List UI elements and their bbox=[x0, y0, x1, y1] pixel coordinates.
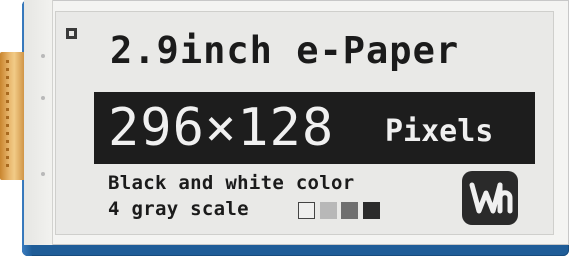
gray-swatch-dark bbox=[341, 202, 358, 219]
mounting-dot bbox=[41, 96, 45, 100]
color-description: Black and white color bbox=[108, 172, 355, 194]
display-title: 2.9inch e-Paper bbox=[110, 29, 460, 72]
gray-swatch-black bbox=[363, 202, 380, 219]
resolution-value: 296×128 bbox=[108, 98, 335, 158]
resolution-unit: Pixels bbox=[385, 114, 494, 149]
mounting-dot bbox=[41, 54, 45, 58]
mounting-dot bbox=[41, 172, 45, 176]
gray-swatch-light bbox=[320, 202, 337, 219]
grayscale-description: 4 gray scale bbox=[108, 198, 249, 220]
waveshare-logo-icon bbox=[462, 171, 518, 225]
glass-bezel-left bbox=[24, 0, 53, 245]
corner-marker-icon bbox=[66, 28, 77, 39]
flex-cable bbox=[0, 52, 30, 180]
gray-swatch-white bbox=[298, 202, 315, 219]
